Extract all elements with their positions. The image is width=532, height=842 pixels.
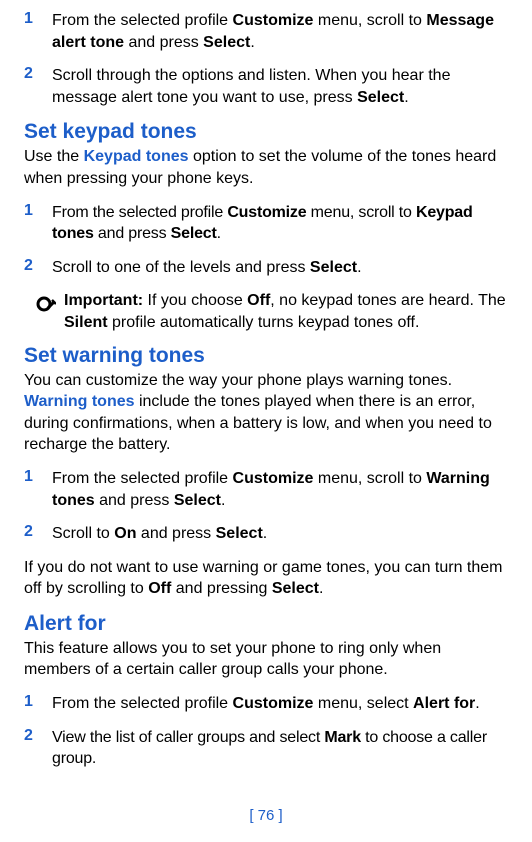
step-1: 1 From the selected profile Customize me… [24,10,508,53]
step-text: Scroll through the options and listen. W… [52,65,508,108]
keypad-step-2: 2 Scroll to one of the levels and press … [24,257,508,279]
page-number: [ 76 ] [0,807,532,824]
warning-step-1: 1 From the selected profile Customize me… [24,468,508,511]
step-number: 1 [24,202,52,245]
step-text: From the selected profile Customize menu… [52,202,508,245]
step-text: From the selected profile Customize menu… [52,468,508,511]
step-text: From the selected profile Customize menu… [52,10,508,53]
important-note: Important: If you choose Off, no keypad … [24,290,508,333]
step-text: Scroll to one of the levels and press Se… [52,257,508,279]
heading-keypad-tones: Set keypad tones [24,120,508,144]
step-number: 2 [24,257,52,279]
step-number: 2 [24,65,52,108]
step-number: 2 [24,727,52,770]
step-text: Scroll to On and press Select. [52,523,508,545]
important-text: Important: If you choose Off, no keypad … [64,290,508,333]
intro-keypad: Use the Keypad tones option to set the v… [24,146,508,189]
step-2: 2 Scroll through the options and listen.… [24,65,508,108]
step-number: 1 [24,468,52,511]
alert-step-1: 1 From the selected profile Customize me… [24,693,508,715]
step-text: View the list of caller groups and selec… [52,727,508,770]
heading-alert-for: Alert for [24,612,508,636]
heading-warning-tones: Set warning tones [24,344,508,368]
alert-step-2: 2 View the list of caller groups and sel… [24,727,508,770]
warning-step-2: 2 Scroll to On and press Select. [24,523,508,545]
keypad-step-1: 1 From the selected profile Customize me… [24,202,508,245]
step-number: 1 [24,10,52,53]
intro-warning: You can customize the way your phone pla… [24,370,508,456]
step-number: 1 [24,693,52,715]
step-number: 2 [24,523,52,545]
step-text: From the selected profile Customize menu… [52,693,508,715]
intro-alert-for: This feature allows you to set your phon… [24,638,508,681]
important-icon [24,290,64,316]
warning-outro: If you do not want to use warning or gam… [24,557,508,600]
